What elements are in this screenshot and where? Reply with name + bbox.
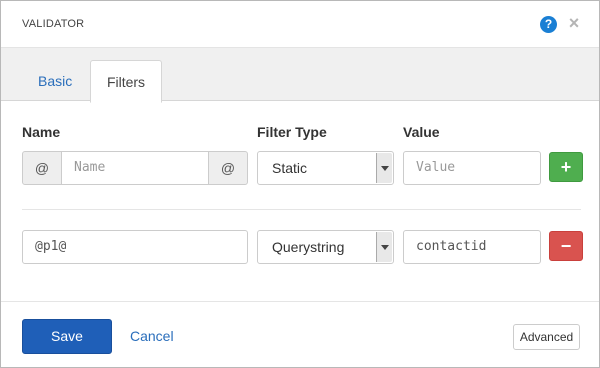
tab-basic[interactable]: Basic: [22, 60, 88, 102]
filter-type-selected: Querystring: [272, 239, 345, 255]
filter-type-select[interactable]: Querystring: [257, 230, 394, 264]
tab-filters[interactable]: Filters: [90, 60, 162, 103]
remove-filter-button[interactable]: −: [549, 231, 583, 261]
tab-bar: Basic Filters: [1, 47, 599, 103]
validator-dialog: VALIDATOR ? × Basic Filters Name Filter …: [0, 0, 600, 368]
name-input[interactable]: Name: [61, 151, 209, 185]
close-icon[interactable]: ×: [566, 13, 582, 33]
value-input[interactable]: Value: [403, 151, 541, 185]
column-header-filter-type: Filter Type: [257, 124, 327, 140]
dialog-footer: Save Cancel Advanced: [1, 301, 599, 367]
divider: [22, 209, 581, 210]
filter-value-input[interactable]: contactid: [403, 230, 541, 264]
column-header-value: Value: [403, 124, 440, 140]
save-button[interactable]: Save: [22, 319, 112, 354]
chevron-down-icon: [376, 232, 392, 262]
chevron-down-icon: [376, 153, 392, 183]
filter-type-select[interactable]: Static: [257, 151, 394, 185]
dialog-title: VALIDATOR: [22, 18, 85, 30]
name-prefix-addon: @: [22, 151, 62, 185]
dialog-header: VALIDATOR ? ×: [1, 1, 599, 47]
name-suffix-addon: @: [208, 151, 248, 185]
column-header-name: Name: [22, 124, 61, 140]
help-icon[interactable]: ?: [540, 16, 557, 33]
minus-icon: −: [560, 236, 572, 256]
advanced-button[interactable]: Advanced: [513, 324, 580, 350]
cancel-button[interactable]: Cancel: [130, 328, 174, 344]
plus-icon: +: [560, 157, 572, 177]
add-filter-button[interactable]: +: [549, 152, 583, 182]
filter-name-input[interactable]: @p1@: [22, 230, 248, 264]
filter-type-selected: Static: [272, 160, 308, 176]
